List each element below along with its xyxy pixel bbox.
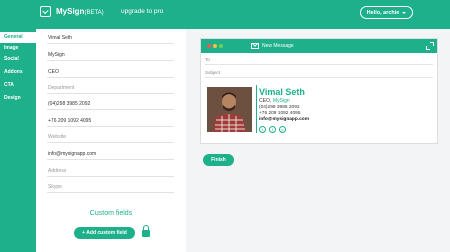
email-header: New Message xyxy=(201,39,437,53)
maximize-dot-icon xyxy=(219,44,223,48)
name-field[interactable]: Vimal Seth xyxy=(47,32,174,44)
close-dot-icon xyxy=(207,44,211,48)
sidebar: General Image Social Addons CTA Design xyxy=(0,29,36,252)
caret-down-icon xyxy=(402,11,407,14)
portrait-image xyxy=(207,87,252,132)
twitter-icon[interactable]: t xyxy=(259,126,266,133)
logo-icon xyxy=(40,6,51,17)
company-field[interactable]: MySign xyxy=(47,49,174,61)
signature-company: MySign xyxy=(273,98,290,104)
website-field[interactable]: Website xyxy=(47,131,174,143)
envelope-icon xyxy=(251,43,259,49)
expand-icon[interactable] xyxy=(426,42,434,50)
signature-divider xyxy=(256,85,257,133)
form-panel: Vimal Seth MySign CEO Department (04)298… xyxy=(36,29,186,252)
phone-field[interactable]: (04)298 3985 2092 xyxy=(47,98,174,110)
skype-field[interactable]: Skype xyxy=(47,181,174,193)
beta-label: (BETA) xyxy=(84,10,104,16)
signature-email: info@mysignapp.com xyxy=(259,117,309,122)
signature-title: CEO, xyxy=(259,98,272,104)
lock-icon[interactable] xyxy=(142,225,150,237)
subject-row: Subject xyxy=(205,68,433,78)
profile-photo xyxy=(207,87,252,132)
sidebar-item-general[interactable]: General xyxy=(0,32,36,43)
sidebar-item-social[interactable]: Social xyxy=(0,54,36,65)
user-greeting: Hello, archie xyxy=(366,9,400,16)
sidebar-item-design[interactable]: Design xyxy=(0,93,36,104)
department-field[interactable]: Department xyxy=(47,82,174,94)
sidebar-item-cta[interactable]: CTA xyxy=(0,80,36,91)
window-title: New Message xyxy=(262,43,294,49)
signature-phone: (04)298 3985 2092 xyxy=(259,105,300,110)
minimize-dot-icon xyxy=(213,44,217,48)
mobile-field[interactable]: +76 209 1092 4095 xyxy=(47,115,174,127)
email-preview: New Message To Subject Vimal Seth CEO, M… xyxy=(200,38,438,144)
address-field[interactable]: Address xyxy=(47,165,174,177)
upgrade-link[interactable]: upgrade to pro xyxy=(121,8,163,15)
finish-button[interactable]: Finish xyxy=(203,154,234,166)
to-row: To xyxy=(205,55,433,65)
top-bar: MySign(BETA) upgrade to pro Hello, archi… xyxy=(0,0,450,29)
user-menu-button[interactable]: Hello, archie xyxy=(360,6,413,19)
pinterest-icon[interactable]: p xyxy=(279,126,286,133)
brand-name: MySign xyxy=(56,7,85,16)
signature-mobile: +76 209 1092 4095 xyxy=(259,111,301,116)
custom-fields-title: Custom fields xyxy=(89,210,133,217)
signature-name: Vimal Seth xyxy=(259,87,305,97)
sidebar-item-addons[interactable]: Addons xyxy=(0,67,36,78)
sidebar-item-image[interactable]: Image xyxy=(0,43,36,54)
email-field[interactable]: info@mysignapp.com xyxy=(47,148,174,160)
add-custom-field-button[interactable]: + Add custom field xyxy=(74,227,135,239)
facebook-icon[interactable]: f xyxy=(269,126,276,133)
brand-logo[interactable]: MySign(BETA) xyxy=(56,7,104,16)
title-field[interactable]: CEO xyxy=(47,66,174,78)
